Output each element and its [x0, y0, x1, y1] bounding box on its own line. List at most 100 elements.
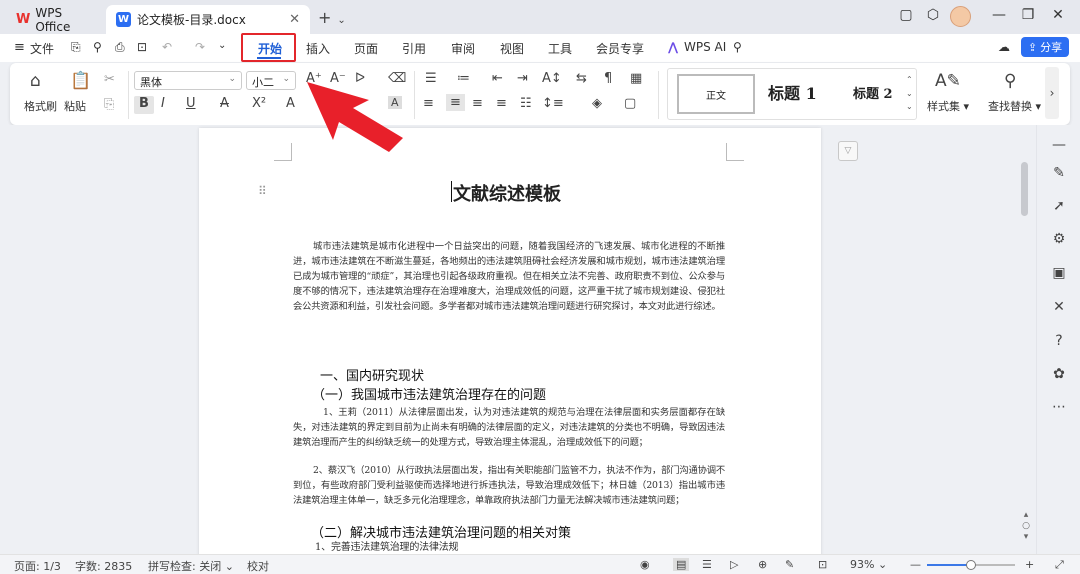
font-effect-icon[interactable]: A	[286, 96, 295, 111]
text-direction-icon[interactable]: A↕	[542, 71, 562, 86]
sort-icon[interactable]: ⇆	[576, 71, 587, 86]
outline-icon[interactable]: ☰	[702, 558, 712, 571]
select-icon[interactable]: ➚	[1050, 198, 1068, 214]
justify-icon[interactable]: ≡	[496, 96, 507, 111]
menu-insert[interactable]: 插入	[306, 40, 330, 57]
tab-document[interactable]: W 论文模板-目录.docx ✕	[106, 5, 310, 34]
style-set-icon[interactable]: A✎	[935, 71, 961, 91]
scrollbar[interactable]	[1021, 162, 1028, 216]
gallery-up-icon[interactable]: ⌃	[906, 75, 913, 84]
indent-icon[interactable]: ⇥	[517, 71, 528, 86]
write-icon[interactable]: ✎	[785, 558, 794, 571]
menu-page[interactable]: 页面	[354, 40, 378, 57]
proofread[interactable]: 校对	[247, 558, 269, 574]
close-tab-icon[interactable]: ✕	[289, 12, 300, 27]
gallery-down-icon[interactable]: ⌄	[906, 89, 913, 98]
table-icon[interactable]: ▦	[630, 71, 642, 86]
format-painter-label[interactable]: 格式刷	[24, 98, 57, 114]
word-count[interactable]: 字数: 2835	[75, 558, 132, 574]
font-name-select[interactable]: 黑体 ⌄	[134, 71, 242, 90]
share-doc-icon[interactable]: ⚲	[93, 40, 102, 54]
menu-references[interactable]: 引用	[402, 40, 426, 57]
help-icon[interactable]: ?	[1050, 333, 1068, 349]
drag-handle-icon[interactable]: ⠿	[258, 184, 267, 198]
font-size-select[interactable]: 小二 ⌄	[246, 71, 296, 90]
zoom-slider[interactable]	[927, 560, 1015, 570]
align-center-icon[interactable]: ≡	[446, 94, 465, 111]
zoom-in-icon[interactable]: +	[1025, 558, 1034, 571]
italic-icon[interactable]: I	[161, 96, 165, 111]
find-icon[interactable]: ⚲	[1004, 71, 1016, 91]
fit-icon[interactable]: ⊡	[818, 558, 827, 571]
ribbon-scroll-right-icon[interactable]: ›	[1045, 67, 1059, 119]
cloud-sync-icon[interactable]: ☁	[998, 40, 1010, 54]
menu-member[interactable]: 会员专享	[596, 40, 644, 57]
restore-icon[interactable]: ❐	[1018, 7, 1038, 23]
print-icon[interactable]: ⎙	[115, 40, 125, 55]
bullets-icon[interactable]: ☰	[425, 71, 437, 86]
superscript-icon[interactable]: X²	[252, 96, 266, 111]
paste-icon[interactable]: 📋	[70, 71, 91, 91]
cut-icon[interactable]: ✂	[104, 72, 115, 87]
style-heading-1[interactable]: 标题 1	[768, 80, 817, 104]
hamburger-icon[interactable]: ≡	[14, 40, 25, 55]
menu-review[interactable]: 审阅	[451, 40, 475, 57]
minimize-icon[interactable]: —	[989, 7, 1009, 23]
save-icon[interactable]: ⎘	[71, 40, 81, 55]
document-page[interactable]: ⠿ 文献综述模板 城市违法建筑是城市化进程中一个日益突出的问题，随着我国经济的飞…	[199, 128, 821, 554]
menu-tools[interactable]: 工具	[548, 40, 572, 57]
numbering-icon[interactable]: ≔	[457, 71, 470, 86]
share-button[interactable]: ⇪ 分享	[1021, 37, 1069, 57]
outdent-icon[interactable]: ⇤	[492, 71, 503, 86]
zoom-out-icon[interactable]: —	[910, 558, 921, 571]
window-tile-icon[interactable]: ▢	[896, 7, 916, 23]
more-icon[interactable]: ⋯	[1050, 399, 1068, 415]
style-normal[interactable]: 正文	[677, 74, 755, 114]
style-heading-2[interactable]: 标题 2	[853, 83, 893, 102]
menu-file[interactable]: 文件	[30, 40, 54, 57]
zoom-level[interactable]: 93% ⌄	[850, 558, 887, 571]
format-painter-icon[interactable]: ⌂	[30, 71, 41, 91]
page-count[interactable]: 页面: 1/3	[14, 558, 61, 574]
bold-icon[interactable]: B	[134, 96, 154, 114]
filter-icon[interactable]: ▽	[838, 141, 858, 161]
strikethrough-icon[interactable]: A	[220, 96, 229, 111]
new-tab-button[interactable]: + ⌄	[318, 8, 346, 27]
copy-icon[interactable]: ⎘	[104, 97, 114, 112]
align-left-icon[interactable]: ≡	[423, 96, 434, 111]
borders-icon[interactable]: ▢	[624, 96, 636, 111]
close-window-icon[interactable]: ✕	[1048, 7, 1068, 23]
search-icon[interactable]: ⚲	[733, 40, 742, 54]
menu-wps-ai[interactable]: WPS AI	[684, 40, 726, 54]
zoom-slider-knob[interactable]	[966, 560, 976, 570]
settings-sliders-icon[interactable]: ⚙	[1050, 231, 1068, 247]
cube-icon[interactable]: ⬡	[923, 7, 943, 23]
line-spacing-icon[interactable]: ↕≡	[542, 96, 564, 111]
pen-icon[interactable]: ✎	[1050, 165, 1068, 181]
paste-label[interactable]: 粘贴	[64, 98, 86, 114]
fullscreen-icon[interactable]: ⤢	[1055, 558, 1064, 572]
distribute-icon[interactable]: ☷	[520, 96, 532, 111]
undo-icon[interactable]: ↶	[162, 40, 172, 54]
eye-icon[interactable]: ◉	[640, 558, 650, 571]
page-view-icon[interactable]: ▤	[673, 558, 690, 571]
print-preview-icon[interactable]: ⊡	[137, 40, 147, 54]
page-nav-icon[interactable]: ▴ ○ ▾	[1017, 510, 1035, 543]
collapse-icon[interactable]: —	[1050, 137, 1068, 153]
gallery-expand-icon[interactable]: ⌄	[906, 102, 913, 111]
underline-icon[interactable]: U	[186, 96, 196, 111]
ai-icon[interactable]: ⋀	[668, 40, 678, 54]
align-right-icon[interactable]: ≡	[472, 96, 483, 111]
image-edit-icon[interactable]: ▣	[1050, 265, 1068, 281]
web-icon[interactable]: ⊕	[758, 558, 767, 571]
redo-icon[interactable]: ↷	[195, 40, 205, 54]
more-quick-icon[interactable]: ⌄	[218, 40, 226, 51]
find-replace-label[interactable]: 查找替换 ▾	[988, 98, 1041, 114]
puzzle-icon[interactable]: ✿	[1050, 366, 1068, 382]
tools-icon[interactable]: ✕	[1050, 299, 1068, 315]
tab-wps-office[interactable]: W WPS Office	[6, 5, 104, 34]
spell-check[interactable]: 拼写检查: 关闭 ⌄	[148, 558, 234, 574]
style-set-label[interactable]: 样式集 ▾	[927, 98, 969, 114]
menu-view[interactable]: 视图	[500, 40, 524, 57]
show-marks-icon[interactable]: ¶	[604, 71, 612, 86]
